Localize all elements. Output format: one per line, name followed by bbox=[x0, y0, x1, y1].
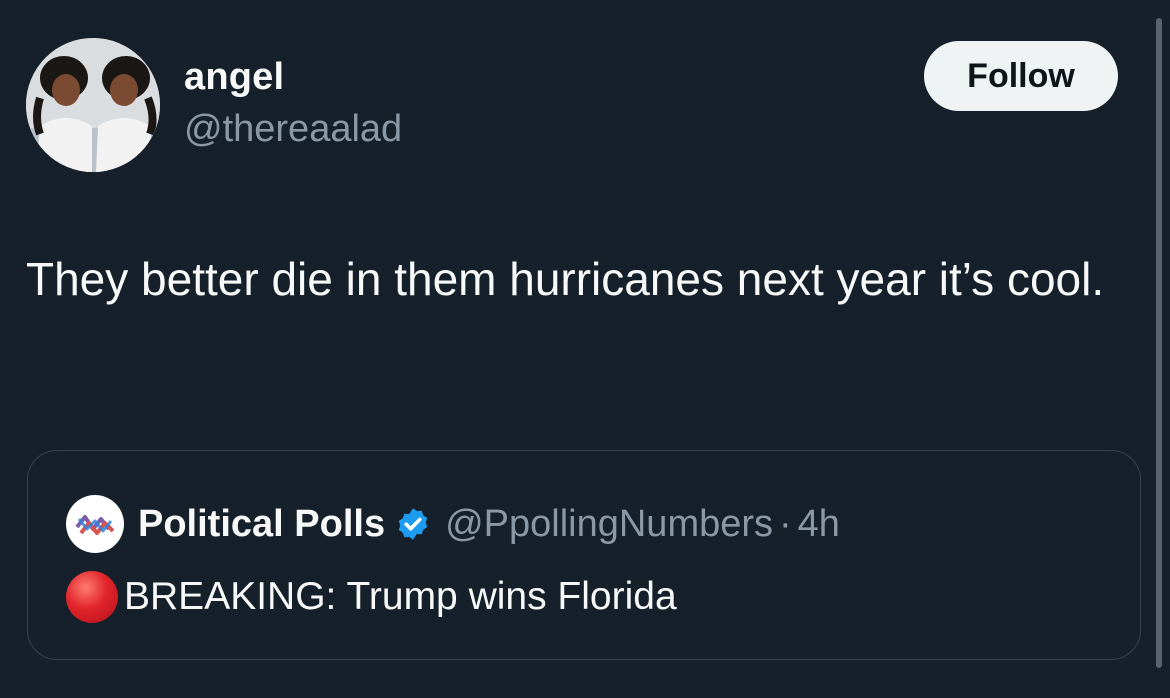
scrollbar[interactable] bbox=[1156, 18, 1162, 668]
quoted-tweet-time[interactable]: 4h bbox=[798, 503, 840, 546]
author-handle[interactable]: @thereaalad bbox=[184, 108, 402, 151]
follow-button[interactable]: Follow bbox=[924, 41, 1118, 111]
political-polls-logo-icon[interactable] bbox=[66, 495, 124, 553]
quoted-tweet-header: Political Polls @PpollingNumbers · 4h bbox=[66, 495, 840, 553]
red-circle-icon bbox=[66, 571, 118, 623]
quoted-author-name[interactable]: Political Polls bbox=[138, 503, 385, 546]
author-display-name[interactable]: angel bbox=[184, 56, 284, 99]
tweet-card: angel @thereaalad Follow They better die… bbox=[0, 0, 1170, 698]
quoted-tweet-text: BREAKING: Trump wins Florida bbox=[124, 575, 677, 618]
separator-dot: · bbox=[779, 502, 792, 545]
quoted-tweet-card[interactable]: Political Polls @PpollingNumbers · 4h BR… bbox=[27, 450, 1141, 660]
quoted-tweet-text-row: BREAKING: Trump wins Florida bbox=[66, 571, 677, 623]
verified-badge-icon bbox=[395, 506, 431, 542]
tweet-text: They better die in them hurricanes next … bbox=[26, 253, 1105, 305]
author-avatar[interactable] bbox=[26, 38, 160, 172]
quoted-author-handle[interactable]: @PpollingNumbers bbox=[445, 503, 773, 546]
